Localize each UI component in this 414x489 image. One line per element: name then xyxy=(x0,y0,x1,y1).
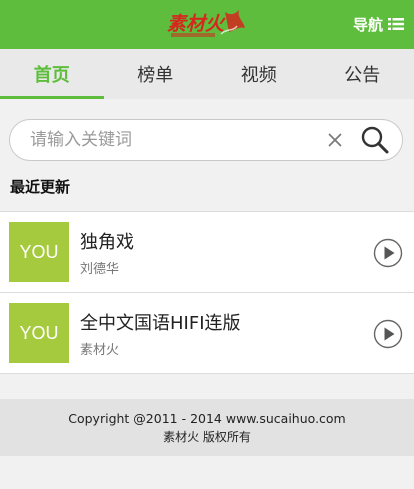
song-title: 全中文国语HIFI连版 xyxy=(80,313,241,334)
nav-menu-button[interactable]: 导航 xyxy=(353,13,404,35)
search-bar xyxy=(9,119,403,161)
song-thumbnail: YOU xyxy=(9,303,69,363)
search-input[interactable] xyxy=(30,120,320,160)
section-title-recent: 最近更新 xyxy=(10,178,71,196)
clear-icon[interactable] xyxy=(326,131,344,149)
tab-notice[interactable]: 公告 xyxy=(311,49,414,99)
copyright-text: Copyright @2011 - 2014 www.sucaihuo.com xyxy=(68,411,346,426)
main-tabs: 首页 榜单 视频 公告 xyxy=(0,49,414,99)
song-artist: 刘德华 xyxy=(80,262,120,277)
tab-video[interactable]: 视频 xyxy=(207,49,311,99)
play-icon[interactable] xyxy=(373,319,403,349)
top-header: 素材火 导航 xyxy=(0,0,414,49)
site-logo[interactable]: 素材火 xyxy=(165,8,247,40)
page-footer: Copyright @2011 - 2014 www.sucaihuo.com … xyxy=(0,399,414,456)
song-artist: 素材火 xyxy=(80,343,120,358)
logo-graphic: 素材火 xyxy=(167,10,245,37)
song-list: YOU 独角戏 刘德华 YOU 全中文国语HIFI连版 素材火 xyxy=(0,211,414,374)
list-item[interactable]: YOU 独角戏 刘德华 xyxy=(0,212,414,293)
list-item[interactable]: YOU 全中文国语HIFI连版 素材火 xyxy=(0,293,414,374)
search-icon[interactable] xyxy=(360,125,390,155)
song-thumbnail: YOU xyxy=(9,222,69,282)
tab-charts[interactable]: 榜单 xyxy=(104,49,208,99)
menu-list-icon xyxy=(388,18,404,30)
rights-text: 素材火 版权所有 xyxy=(163,430,251,444)
play-icon[interactable] xyxy=(373,238,403,268)
nav-menu-label: 导航 xyxy=(352,15,383,34)
logo-text: 素材火 xyxy=(167,13,226,35)
tab-home[interactable]: 首页 xyxy=(0,49,104,99)
song-title: 独角戏 xyxy=(80,232,134,253)
